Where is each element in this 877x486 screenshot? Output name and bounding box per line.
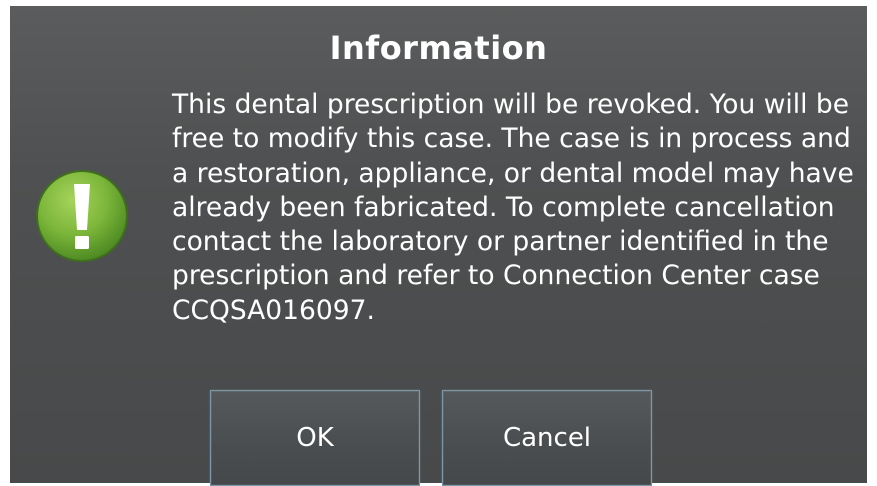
dialog-title: Information	[329, 29, 548, 67]
dialog-message: This dental prescription will be revoked…	[172, 89, 854, 326]
exclamation-warning-icon-graphic	[36, 170, 128, 262]
cancel-button[interactable]: Cancel	[442, 390, 652, 486]
ok-button[interactable]: OK	[210, 390, 420, 486]
information-dialog: Information This dental prescription wil…	[10, 6, 867, 486]
exclamation-warning-icon	[34, 168, 130, 264]
